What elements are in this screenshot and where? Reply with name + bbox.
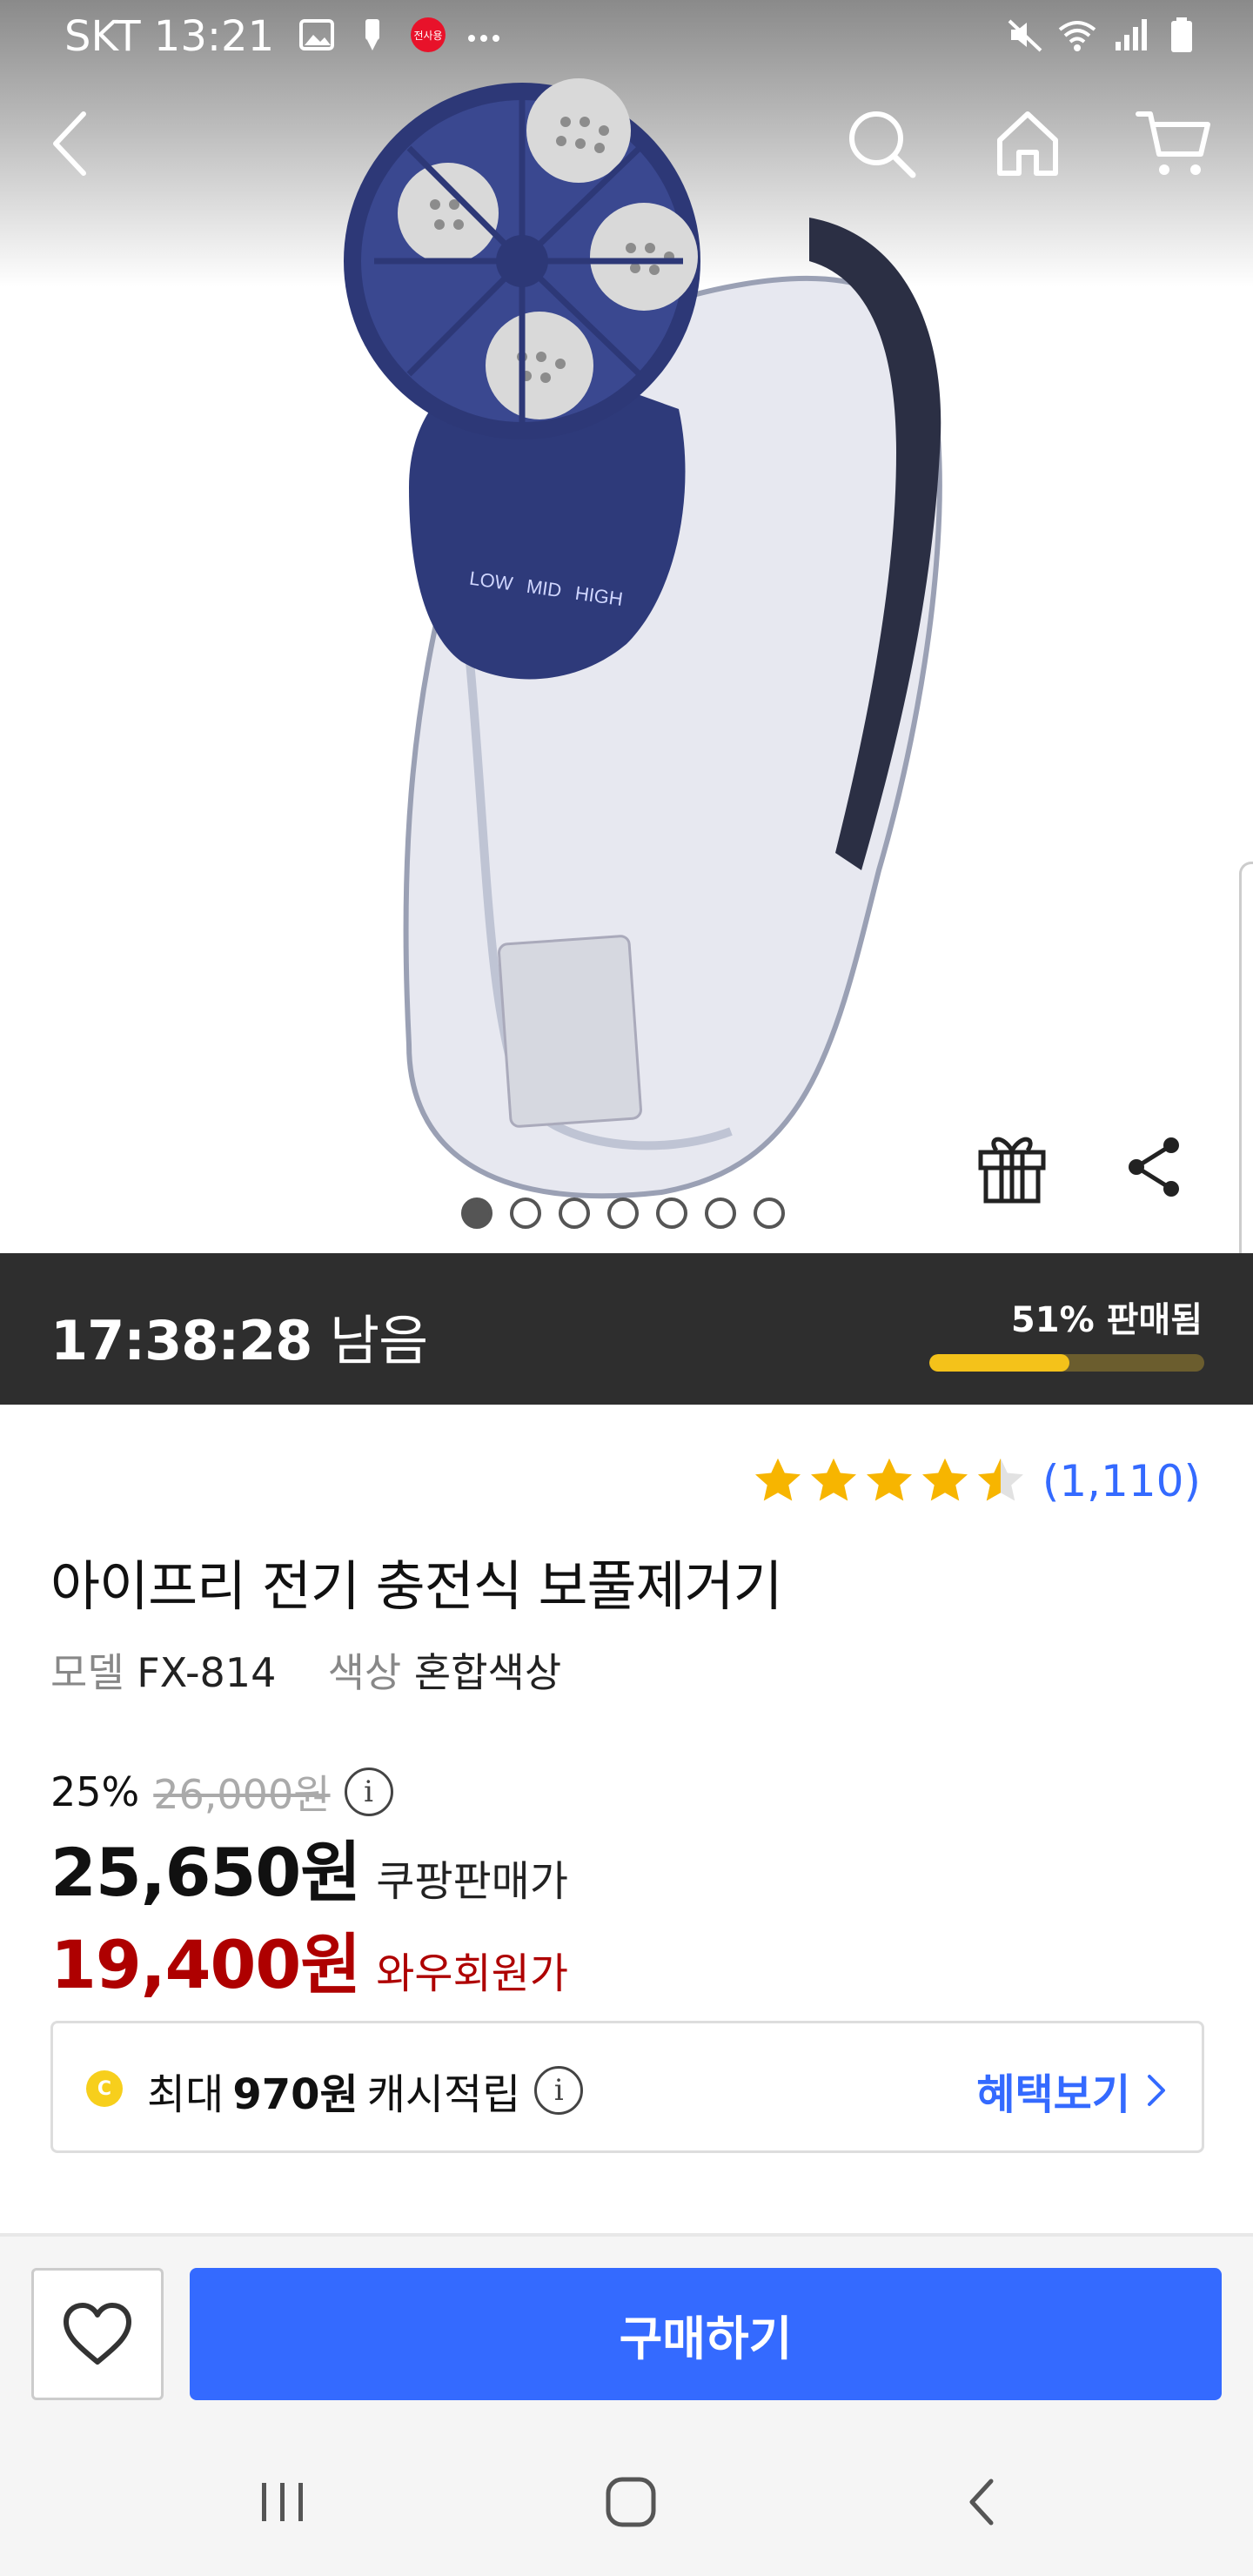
cart-icon <box>1136 111 1210 175</box>
cash-reward-box[interactable]: C 최대 970원 캐시적립 i 혜택보기 <box>50 2021 1204 2153</box>
sale-price: 25,650원 <box>50 1834 361 1911</box>
status-carrier-time: SKT 13:21 <box>64 12 275 61</box>
product-detail-page: LOW MID HIGH SKT 13:21 전사용 17:38:28 남음 5… <box>0 0 1253 2576</box>
countdown-time: 17:38:28 <box>50 1309 312 1372</box>
share-icon <box>1129 1137 1179 1197</box>
wifi-icon <box>1058 21 1096 51</box>
heart-icon <box>64 2303 131 2365</box>
mute-icon <box>1008 19 1042 52</box>
color-value: 혼합색상 <box>413 1649 562 1696</box>
product-rating[interactable]: (1,110) <box>752 1455 1201 1507</box>
back-button[interactable] <box>23 96 118 191</box>
sold-progress-fill <box>929 1354 1070 1372</box>
carousel-dot[interactable] <box>607 1197 639 1229</box>
gift-button[interactable] <box>964 1119 1060 1215</box>
recent-apps-icon <box>262 2483 303 2521</box>
original-price: 26,000원 <box>153 1771 331 1818</box>
more-dots-icon <box>468 35 499 42</box>
back-system-button[interactable] <box>935 2454 1030 2550</box>
pen-icon <box>365 19 379 50</box>
carousel-indicator <box>461 1197 785 1229</box>
carousel-dot[interactable] <box>559 1197 590 1229</box>
review-count-link[interactable]: (1,110) <box>1042 1456 1201 1506</box>
filter-tray <box>498 935 642 1128</box>
countdown-suffix: 남음 <box>330 1309 428 1372</box>
recent-apps-button[interactable] <box>235 2454 331 2550</box>
status-notification-icons: 전사용 <box>298 16 503 54</box>
carousel-dot[interactable] <box>461 1197 492 1229</box>
star-full-icon <box>810 1458 856 1501</box>
svg-text:전사용: 전사용 <box>413 30 442 42</box>
product-image-carousel[interactable]: LOW MID HIGH SKT 13:21 전사용 <box>0 0 1253 1253</box>
product-specs: 모델 FX-814 색상 혼합색상 <box>50 1641 561 1699</box>
system-navigation-bar <box>0 2428 1253 2576</box>
home-square-icon <box>606 2477 656 2527</box>
cash-prefix: 최대 <box>147 2070 224 2119</box>
buy-button[interactable]: 구매하기 <box>190 2268 1222 2400</box>
purchase-bar: 구매하기 <box>0 2237 1253 2428</box>
discount-rate: 25% <box>50 1768 140 1815</box>
carousel-dot[interactable] <box>510 1197 541 1229</box>
signal-icon <box>1116 19 1147 50</box>
gift-icon <box>978 1137 1046 1204</box>
discount-row: 25% 26,000원 i <box>50 1763 393 1821</box>
wow-member-label: 와우회원가 <box>376 1949 569 1998</box>
model-value: FX-814 <box>137 1649 277 1696</box>
deal-countdown: 17:38:28 남음 <box>50 1297 428 1375</box>
sale-price-label: 쿠팡판매가 <box>376 1857 569 1906</box>
color-label: 색상 <box>327 1649 402 1696</box>
status-bar: SKT 13:21 전사용 <box>0 0 1253 80</box>
cart-button[interactable] <box>1126 96 1222 191</box>
price-info-icon[interactable]: i <box>344 1768 393 1816</box>
star-full-icon <box>754 1458 801 1501</box>
sold-progress-bar <box>929 1354 1204 1372</box>
product-title: 아이프리 전기 충전식 보풀제거기 <box>50 1554 783 1618</box>
cash-reward-text: 최대 970원 캐시적립 i <box>147 2060 584 2121</box>
image-icon <box>299 19 334 50</box>
deal-timer-bar: 17:38:28 남음 51% 판매됨 <box>0 1253 1253 1405</box>
home-icon <box>997 111 1058 176</box>
status-system-icons <box>1006 16 1201 54</box>
chevron-right-icon <box>1148 2075 1165 2106</box>
battery-icon <box>1171 17 1192 52</box>
sale-price-row: 25,650원 쿠팡판매가 <box>50 1819 568 1915</box>
top-navigation <box>0 87 1253 200</box>
coin-icon: C <box>86 2070 123 2107</box>
cash-amount: 970원 <box>232 2070 358 2119</box>
cash-suffix: 캐시적립 <box>366 2070 521 2119</box>
view-benefits-link[interactable]: 혜택보기 <box>976 2060 1167 2121</box>
app-badge-icon: 전사용 <box>411 17 446 52</box>
back-chevron-icon <box>969 2479 994 2526</box>
share-button[interactable] <box>1107 1119 1203 1215</box>
model-label: 모델 <box>50 1649 124 1696</box>
wishlist-button[interactable] <box>31 2268 164 2400</box>
carousel-dot[interactable] <box>754 1197 785 1229</box>
star-full-icon <box>866 1458 912 1501</box>
wow-member-price: 19,400원 <box>50 1926 361 2003</box>
star-full-icon <box>921 1458 968 1501</box>
sold-percentage: 51% 판매됨 <box>1010 1300 1203 1340</box>
search-button[interactable] <box>834 96 929 191</box>
back-icon <box>53 111 86 176</box>
search-icon <box>849 111 916 178</box>
star-half-icon <box>977 1458 1023 1501</box>
cash-info-icon[interactable]: i <box>534 2066 584 2115</box>
home-button[interactable] <box>980 96 1075 191</box>
home-system-button[interactable] <box>583 2454 679 2550</box>
carousel-dot[interactable] <box>656 1197 687 1229</box>
carousel-dot[interactable] <box>705 1197 736 1229</box>
view-benefits-label: 혜택보기 <box>976 2070 1130 2119</box>
wow-price-row: 19,400원 와우회원가 <box>50 1911 568 2007</box>
